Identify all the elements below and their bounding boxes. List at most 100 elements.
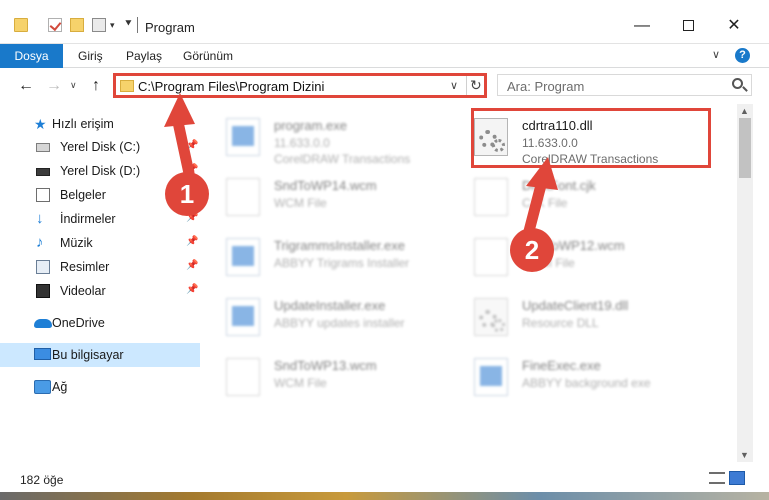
sidebar-item-music[interactable]: ♪ Müzik 📌 — [0, 231, 200, 255]
status-bar: 182 öğe — [0, 462, 769, 500]
sidebar-item-label: OneDrive — [52, 316, 105, 330]
file-tile[interactable]: SndToWP12.wcm WCM File — [454, 230, 689, 282]
file-icon — [226, 358, 260, 396]
downloads-icon: ↓ — [36, 210, 44, 227]
network-icon — [34, 380, 51, 394]
maximize-icon — [682, 20, 694, 32]
file-type: CJK File — [522, 196, 568, 210]
pin-icon[interactable]: 📌 — [186, 260, 198, 271]
new-folder-icon[interactable] — [70, 18, 84, 32]
sidebar-item-label: Müzik — [60, 236, 93, 250]
pin-icon[interactable]: 📌 — [186, 236, 198, 247]
scroll-down-icon[interactable]: ▼ — [740, 450, 749, 460]
sidebar-item-onedrive[interactable]: OneDrive — [0, 311, 200, 335]
vertical-scrollbar[interactable]: ▲ ▼ — [737, 104, 753, 462]
help-icon[interactable]: ? — [735, 48, 750, 63]
sidebar-item-label: Bu bilgisayar — [52, 348, 124, 362]
navigation-pane: ★ Hızlı erişim Yerel Disk (C:) 📌 Yerel D… — [0, 104, 204, 462]
sidebar-item-network[interactable]: Ağ — [0, 375, 200, 399]
tab-file[interactable]: Dosya — [0, 44, 63, 68]
scroll-thumb[interactable] — [739, 118, 751, 178]
properties-check-icon[interactable] — [48, 18, 62, 32]
window-title: Program — [145, 20, 195, 35]
file-list: program.exe 11.633.0.0 CorelDRAW Transac… — [206, 104, 737, 462]
tiles-view-icon[interactable] — [729, 471, 745, 485]
cloud-icon — [34, 319, 52, 328]
tab-view[interactable]: Görünüm — [183, 44, 233, 68]
pin-icon[interactable]: 📌 — [186, 284, 198, 295]
details-view-icon[interactable] — [709, 472, 725, 484]
close-button[interactable]: ✕ — [711, 11, 757, 41]
file-name: UpdateClient19.dll — [522, 298, 629, 313]
minimize-button[interactable]: — — [619, 11, 665, 41]
file-tile[interactable]: SndToWP14.wcm WCM File — [206, 170, 441, 222]
file-tile[interactable]: DraftFont.cjk CJK File — [454, 170, 689, 222]
tab-home[interactable]: Giriş — [78, 44, 103, 68]
file-icon — [226, 178, 260, 216]
file-name: UpdateInstaller.exe — [274, 298, 386, 313]
scroll-up-icon[interactable]: ▲ — [740, 106, 749, 116]
recent-locations-icon[interactable]: ∨ — [70, 80, 77, 91]
file-tile[interactable]: FineExec.exe ABBYY background exe — [454, 350, 689, 402]
status-bar-inner: 182 öğe — [0, 462, 769, 492]
pin-icon[interactable]: 📌 — [186, 140, 198, 151]
sidebar-item-videos[interactable]: Videolar 📌 — [0, 279, 200, 303]
sidebar-item-label: Resimler — [60, 260, 110, 274]
expand-ribbon-icon[interactable]: ∨ — [712, 48, 720, 61]
file-type: WCM File — [274, 376, 327, 390]
documents-icon — [36, 188, 50, 202]
back-button[interactable]: ← — [18, 77, 34, 95]
customize-toolbar-icon[interactable]: ⯆ — [124, 18, 133, 31]
exe-icon — [226, 238, 260, 276]
address-dropdown-icon[interactable]: ∨ — [450, 79, 458, 92]
file-name: FineExec.exe — [522, 358, 601, 373]
search-input[interactable]: Ara: Program — [497, 74, 752, 96]
sidebar-item-disk-c[interactable]: Yerel Disk (C:) 📌 — [0, 135, 200, 159]
folder-icon — [120, 80, 134, 92]
title-divider — [137, 17, 138, 33]
item-count: 182 öğe — [20, 473, 64, 487]
exe-icon — [226, 298, 260, 336]
sidebar-item-downloads[interactable]: ↓ İndirmeler 📌 — [0, 207, 200, 231]
sidebar-item-label: Hızlı erişim — [52, 117, 114, 131]
star-icon: ★ — [34, 116, 47, 132]
gear-icon — [492, 319, 505, 332]
sidebar-item-quick-access[interactable]: ★ Hızlı erişim — [0, 112, 200, 136]
search-icon[interactable] — [732, 78, 743, 89]
up-button[interactable]: ↑ — [92, 77, 100, 95]
search-placeholder: Ara: Program — [507, 79, 585, 94]
file-tile[interactable]: SndToWP13.wcm WCM File — [206, 350, 441, 402]
file-name: program.exe — [274, 118, 347, 133]
title-bar: ▾ ⯆ Program — ✕ — [0, 0, 769, 44]
sidebar-item-label: İndirmeler — [60, 212, 116, 226]
file-name: SndToWP14.wcm — [274, 178, 377, 193]
sidebar-item-this-pc[interactable]: Bu bilgisayar — [0, 343, 200, 367]
file-tile[interactable]: UpdateInstaller.exe ABBYY updates instal… — [206, 290, 441, 342]
sidebar-item-label: Yerel Disk (D:) — [60, 164, 141, 178]
file-icon — [474, 178, 508, 216]
videos-icon — [36, 284, 50, 298]
sidebar-item-label: Belgeler — [60, 188, 106, 202]
chevron-down-icon[interactable]: ▾ — [110, 20, 115, 31]
file-tile[interactable]: UpdateClient19.dll Resource DLL — [454, 290, 689, 342]
tab-share[interactable]: Paylaş — [126, 44, 162, 68]
sidebar-item-pictures[interactable]: Resimler 📌 — [0, 255, 200, 279]
file-highlight-box — [471, 108, 711, 168]
file-description: Resource DLL — [522, 316, 599, 330]
folder-icon — [14, 18, 28, 32]
refresh-icon[interactable]: ↻ — [470, 77, 482, 94]
file-description: ABBYY background exe — [522, 376, 651, 390]
step-badge-1: 1 — [165, 172, 209, 216]
sidebar-item-label: Ağ — [52, 380, 68, 394]
address-bar[interactable]: C:\Program Files\Program Dizini ∨ ↻ — [113, 73, 487, 98]
address-path[interactable]: C:\Program Files\Program Dizini — [138, 79, 324, 94]
view-options-icon[interactable] — [92, 18, 106, 32]
file-description: CorelDRAW Transactions — [274, 152, 411, 166]
file-description: ABBYY Trigrams Installer — [274, 256, 410, 270]
maximize-button[interactable] — [665, 11, 711, 41]
forward-button[interactable]: → — [46, 77, 62, 95]
file-tile[interactable]: program.exe 11.633.0.0 CorelDRAW Transac… — [206, 110, 441, 166]
file-tile[interactable]: TrigrammsInstaller.exe ABBYY Trigrams In… — [206, 230, 441, 282]
music-icon: ♪ — [36, 234, 44, 251]
file-name: DraftFont.cjk — [522, 178, 596, 193]
